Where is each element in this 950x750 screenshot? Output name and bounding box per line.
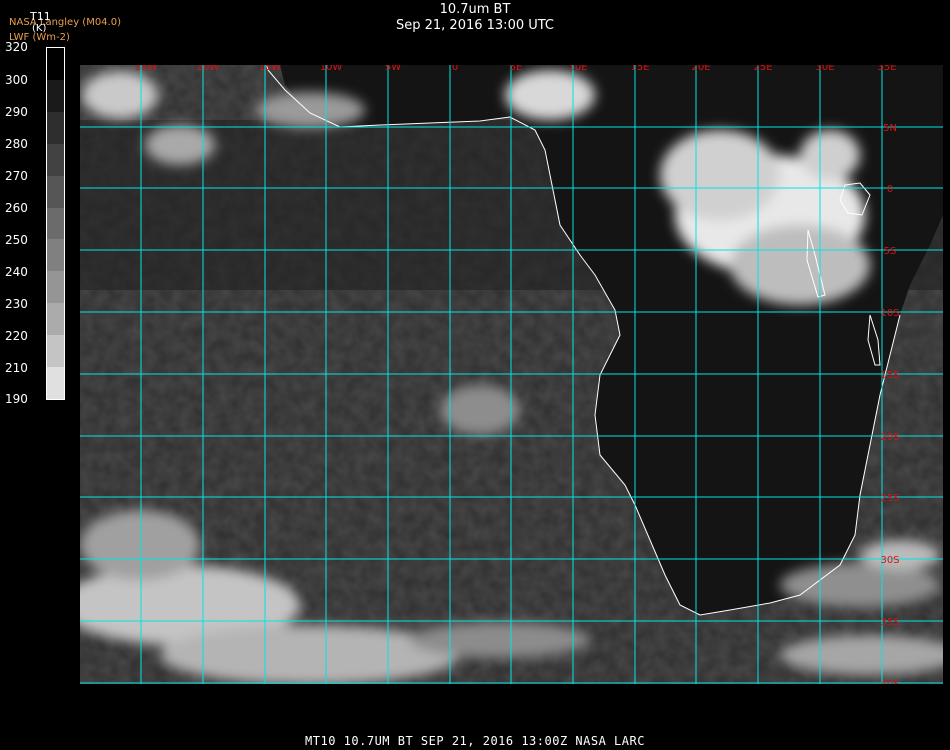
colorbar-tick-label: 320 [5,40,28,54]
colorbar-tick-label: 260 [5,201,28,215]
latitude-label: 10S [880,308,899,319]
footer-caption: MT10 10.7UM BT SEP 21, 2016 13:00Z NASA … [305,734,645,748]
colorbar-tick-label: 270 [5,169,28,183]
longitude-label: 5W [385,65,401,73]
longitude-label: 10W [320,65,343,73]
image-timestamp: Sep 21, 2016 13:00 UTC [395,18,555,33]
map-svg: 25W 20W 15W 10W 5W 0 5E 10E 15E 20E 25E 30E 35E 5N 0 5S… [80,65,943,684]
colorbar-segment [47,79,64,113]
latitude-label: 0 [887,184,893,195]
colorbar-tick-label: 240 [5,265,28,279]
colorbar-tick-label: 190 [5,392,28,406]
colorbar-segment [47,207,64,240]
latitude-label: 5N [883,123,897,134]
longitude-label: 15W [259,65,282,73]
longitude-label: 15E [630,65,649,73]
colorbar-segment [47,271,64,304]
colorbar-segment [47,335,64,368]
latitude-label: 30S [880,555,899,566]
credit-source: NASA Langley (M04.0) [9,17,121,28]
latitude-label: 5S [884,246,897,257]
colorbar-segment [47,175,64,209]
colorbar-tick-label: 210 [5,361,28,375]
image-title: 10.7um BT [439,2,511,17]
colorbar-tick-label: 220 [5,329,28,343]
longitude-label: 0 [452,65,458,73]
latitude-label: 15S [880,370,899,381]
satellite-map[interactable]: 25W 20W 15W 10W 5W 0 5E 10E 15E 20E 25E 30E 35E 5N 0 5S… [80,65,943,684]
colorbar-segment [47,303,64,336]
longitude-label: 30E [815,65,834,73]
colorbar-tick-label: 280 [5,137,28,151]
colorbar-tick-label: 230 [5,297,28,311]
colorbar-segment [47,367,64,400]
colorbar-segment [47,48,64,81]
longitude-label: 20W [197,65,220,73]
colorbar-segment [47,143,64,177]
longitude-label: 25E [753,65,772,73]
colorbar [46,47,65,400]
colorbar-tick-label: 290 [5,105,28,119]
longitude-label: 10E [568,65,587,73]
colorbar-segment [47,111,64,145]
colorbar-variable: T11 [30,10,51,23]
colorbar-tick-label: 300 [5,73,28,87]
longitude-label: 20E [691,65,710,73]
colorbar-unit: (K) [32,23,47,34]
longitude-label: 5E [510,65,523,73]
latitude-label: 35S [880,617,899,628]
latitude-label: 20S [880,432,899,443]
longitude-label: 25W [135,65,158,73]
longitude-label: 35E [877,65,896,73]
latitude-label: 25S [880,493,899,504]
colorbar-segment [47,239,64,272]
latitude-label: 40S [880,679,899,684]
colorbar-tick-label: 250 [5,233,28,247]
